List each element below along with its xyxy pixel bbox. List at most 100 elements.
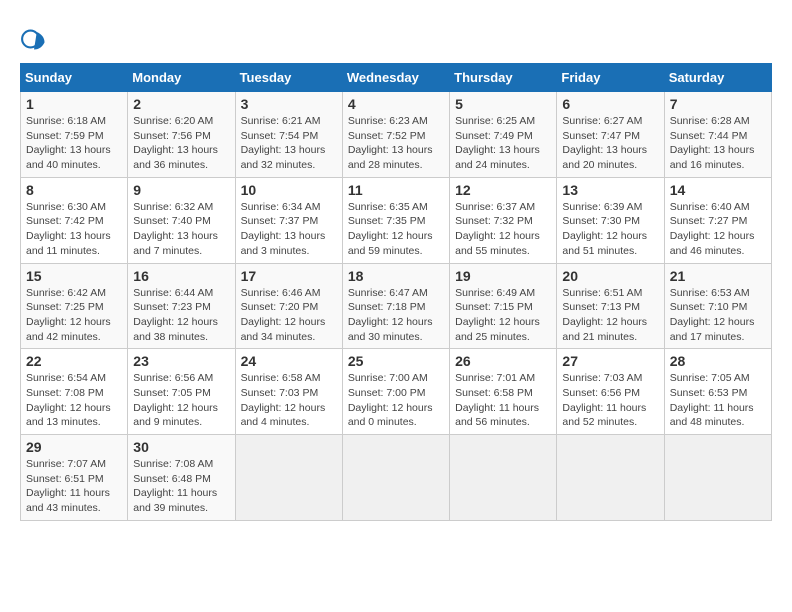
day-info: Sunrise: 6:18 AM Sunset: 7:59 PM Dayligh… — [26, 114, 122, 173]
calendar-header-row: SundayMondayTuesdayWednesdayThursdayFrid… — [21, 64, 772, 92]
day-info: Sunrise: 6:30 AM Sunset: 7:42 PM Dayligh… — [26, 200, 122, 259]
day-info: Sunrise: 6:56 AM Sunset: 7:05 PM Dayligh… — [133, 371, 229, 430]
day-info: Sunrise: 7:05 AM Sunset: 6:53 PM Dayligh… — [670, 371, 766, 430]
day-number: 7 — [670, 96, 766, 112]
day-info: Sunrise: 6:35 AM Sunset: 7:35 PM Dayligh… — [348, 200, 444, 259]
day-number: 23 — [133, 353, 229, 369]
calendar-cell: 1 Sunrise: 6:18 AM Sunset: 7:59 PM Dayli… — [21, 92, 128, 178]
day-info: Sunrise: 6:42 AM Sunset: 7:25 PM Dayligh… — [26, 286, 122, 345]
calendar-cell: 3 Sunrise: 6:21 AM Sunset: 7:54 PM Dayli… — [235, 92, 342, 178]
day-info: Sunrise: 6:39 AM Sunset: 7:30 PM Dayligh… — [562, 200, 658, 259]
header-cell-friday: Friday — [557, 64, 664, 92]
logo-icon — [20, 25, 48, 53]
calendar-cell: 21 Sunrise: 6:53 AM Sunset: 7:10 PM Dayl… — [664, 263, 771, 349]
day-info: Sunrise: 7:07 AM Sunset: 6:51 PM Dayligh… — [26, 457, 122, 516]
day-info: Sunrise: 6:58 AM Sunset: 7:03 PM Dayligh… — [241, 371, 337, 430]
day-info: Sunrise: 6:32 AM Sunset: 7:40 PM Dayligh… — [133, 200, 229, 259]
calendar-cell: 7 Sunrise: 6:28 AM Sunset: 7:44 PM Dayli… — [664, 92, 771, 178]
calendar-week-3: 22 Sunrise: 6:54 AM Sunset: 7:08 PM Dayl… — [21, 349, 772, 435]
calendar-cell: 4 Sunrise: 6:23 AM Sunset: 7:52 PM Dayli… — [342, 92, 449, 178]
day-number: 4 — [348, 96, 444, 112]
calendar-cell: 12 Sunrise: 6:37 AM Sunset: 7:32 PM Dayl… — [450, 177, 557, 263]
calendar-cell: 25 Sunrise: 7:00 AM Sunset: 7:00 PM Dayl… — [342, 349, 449, 435]
day-number: 20 — [562, 268, 658, 284]
calendar-cell — [664, 435, 771, 521]
day-info: Sunrise: 6:23 AM Sunset: 7:52 PM Dayligh… — [348, 114, 444, 173]
day-info: Sunrise: 7:08 AM Sunset: 6:48 PM Dayligh… — [133, 457, 229, 516]
day-number: 13 — [562, 182, 658, 198]
calendar-cell — [342, 435, 449, 521]
day-info: Sunrise: 6:20 AM Sunset: 7:56 PM Dayligh… — [133, 114, 229, 173]
day-info: Sunrise: 6:25 AM Sunset: 7:49 PM Dayligh… — [455, 114, 551, 173]
logo — [20, 25, 52, 53]
calendar-cell — [235, 435, 342, 521]
day-info: Sunrise: 6:44 AM Sunset: 7:23 PM Dayligh… — [133, 286, 229, 345]
day-info: Sunrise: 6:47 AM Sunset: 7:18 PM Dayligh… — [348, 286, 444, 345]
day-number: 5 — [455, 96, 551, 112]
calendar-cell: 6 Sunrise: 6:27 AM Sunset: 7:47 PM Dayli… — [557, 92, 664, 178]
day-info: Sunrise: 6:53 AM Sunset: 7:10 PM Dayligh… — [670, 286, 766, 345]
calendar-cell: 19 Sunrise: 6:49 AM Sunset: 7:15 PM Dayl… — [450, 263, 557, 349]
calendar-week-1: 8 Sunrise: 6:30 AM Sunset: 7:42 PM Dayli… — [21, 177, 772, 263]
calendar-cell — [450, 435, 557, 521]
day-number: 18 — [348, 268, 444, 284]
day-number: 12 — [455, 182, 551, 198]
day-number: 17 — [241, 268, 337, 284]
calendar-cell: 26 Sunrise: 7:01 AM Sunset: 6:58 PM Dayl… — [450, 349, 557, 435]
day-info: Sunrise: 6:21 AM Sunset: 7:54 PM Dayligh… — [241, 114, 337, 173]
calendar-week-4: 29 Sunrise: 7:07 AM Sunset: 6:51 PM Dayl… — [21, 435, 772, 521]
day-number: 3 — [241, 96, 337, 112]
day-number: 30 — [133, 439, 229, 455]
header-cell-sunday: Sunday — [21, 64, 128, 92]
day-info: Sunrise: 6:28 AM Sunset: 7:44 PM Dayligh… — [670, 114, 766, 173]
header-cell-wednesday: Wednesday — [342, 64, 449, 92]
day-number: 25 — [348, 353, 444, 369]
calendar-cell: 18 Sunrise: 6:47 AM Sunset: 7:18 PM Dayl… — [342, 263, 449, 349]
day-number: 26 — [455, 353, 551, 369]
header-cell-thursday: Thursday — [450, 64, 557, 92]
calendar-cell: 16 Sunrise: 6:44 AM Sunset: 7:23 PM Dayl… — [128, 263, 235, 349]
calendar-cell: 9 Sunrise: 6:32 AM Sunset: 7:40 PM Dayli… — [128, 177, 235, 263]
day-number: 14 — [670, 182, 766, 198]
header-cell-saturday: Saturday — [664, 64, 771, 92]
day-number: 6 — [562, 96, 658, 112]
day-number: 1 — [26, 96, 122, 112]
calendar-cell: 10 Sunrise: 6:34 AM Sunset: 7:37 PM Dayl… — [235, 177, 342, 263]
day-number: 15 — [26, 268, 122, 284]
day-number: 2 — [133, 96, 229, 112]
calendar-body: 1 Sunrise: 6:18 AM Sunset: 7:59 PM Dayli… — [21, 92, 772, 521]
calendar-cell: 24 Sunrise: 6:58 AM Sunset: 7:03 PM Dayl… — [235, 349, 342, 435]
day-number: 11 — [348, 182, 444, 198]
day-number: 24 — [241, 353, 337, 369]
day-number: 21 — [670, 268, 766, 284]
day-number: 28 — [670, 353, 766, 369]
day-number: 29 — [26, 439, 122, 455]
calendar-cell: 20 Sunrise: 6:51 AM Sunset: 7:13 PM Dayl… — [557, 263, 664, 349]
day-info: Sunrise: 6:54 AM Sunset: 7:08 PM Dayligh… — [26, 371, 122, 430]
calendar-cell: 8 Sunrise: 6:30 AM Sunset: 7:42 PM Dayli… — [21, 177, 128, 263]
day-info: Sunrise: 7:00 AM Sunset: 7:00 PM Dayligh… — [348, 371, 444, 430]
day-number: 19 — [455, 268, 551, 284]
calendar-cell: 30 Sunrise: 7:08 AM Sunset: 6:48 PM Dayl… — [128, 435, 235, 521]
day-info: Sunrise: 6:34 AM Sunset: 7:37 PM Dayligh… — [241, 200, 337, 259]
header-cell-monday: Monday — [128, 64, 235, 92]
day-info: Sunrise: 7:03 AM Sunset: 6:56 PM Dayligh… — [562, 371, 658, 430]
day-info: Sunrise: 7:01 AM Sunset: 6:58 PM Dayligh… — [455, 371, 551, 430]
calendar-cell: 27 Sunrise: 7:03 AM Sunset: 6:56 PM Dayl… — [557, 349, 664, 435]
day-info: Sunrise: 6:40 AM Sunset: 7:27 PM Dayligh… — [670, 200, 766, 259]
day-info: Sunrise: 6:51 AM Sunset: 7:13 PM Dayligh… — [562, 286, 658, 345]
header-cell-tuesday: Tuesday — [235, 64, 342, 92]
calendar-cell: 5 Sunrise: 6:25 AM Sunset: 7:49 PM Dayli… — [450, 92, 557, 178]
day-info: Sunrise: 6:37 AM Sunset: 7:32 PM Dayligh… — [455, 200, 551, 259]
day-number: 9 — [133, 182, 229, 198]
calendar-cell: 17 Sunrise: 6:46 AM Sunset: 7:20 PM Dayl… — [235, 263, 342, 349]
calendar-cell: 2 Sunrise: 6:20 AM Sunset: 7:56 PM Dayli… — [128, 92, 235, 178]
day-number: 27 — [562, 353, 658, 369]
calendar-cell: 28 Sunrise: 7:05 AM Sunset: 6:53 PM Dayl… — [664, 349, 771, 435]
day-info: Sunrise: 6:27 AM Sunset: 7:47 PM Dayligh… — [562, 114, 658, 173]
calendar-cell: 14 Sunrise: 6:40 AM Sunset: 7:27 PM Dayl… — [664, 177, 771, 263]
calendar-cell: 23 Sunrise: 6:56 AM Sunset: 7:05 PM Dayl… — [128, 349, 235, 435]
calendar-cell: 13 Sunrise: 6:39 AM Sunset: 7:30 PM Dayl… — [557, 177, 664, 263]
calendar-week-2: 15 Sunrise: 6:42 AM Sunset: 7:25 PM Dayl… — [21, 263, 772, 349]
day-number: 22 — [26, 353, 122, 369]
